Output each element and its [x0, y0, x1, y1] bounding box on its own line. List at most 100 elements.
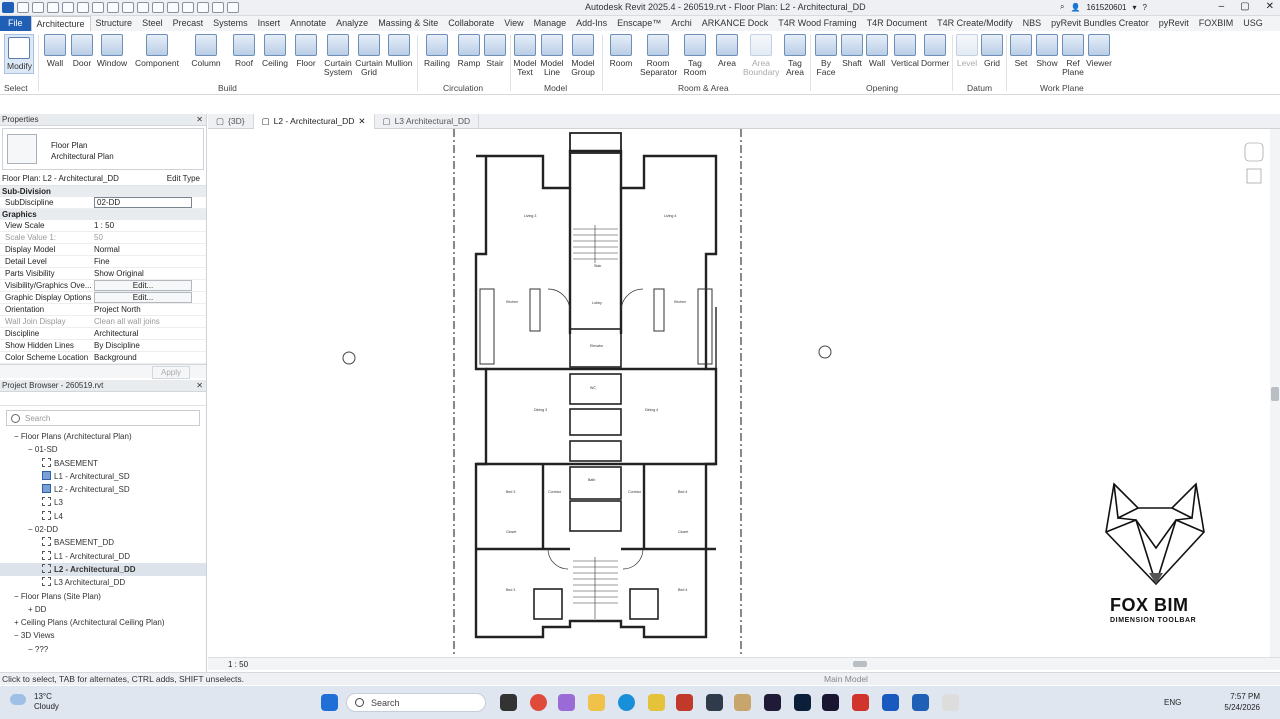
property-value[interactable]: 02-DD [94, 197, 192, 208]
tab-precast[interactable]: Precast [168, 16, 209, 31]
column-tool[interactable]: Column [190, 34, 222, 68]
wall-tool[interactable]: Wall [42, 34, 68, 68]
show-tool[interactable]: Show [1035, 34, 1059, 68]
property-row[interactable]: Graphic Display Options Edit... [0, 292, 206, 304]
tab-view[interactable]: View [499, 16, 528, 31]
browser-item[interactable]: L3 [0, 496, 206, 509]
property-row[interactable]: Detail Level Fine [0, 256, 206, 268]
close-icon[interactable]: ✕ [1266, 1, 1274, 12]
tab-archi[interactable]: Archi [666, 16, 697, 31]
window-tool[interactable]: Window [96, 34, 128, 68]
section-icon[interactable] [182, 2, 194, 13]
browser-item[interactable]: + Ceiling Plans (Architectural Ceiling P… [0, 616, 206, 629]
edit-button[interactable]: Edit... [94, 292, 192, 303]
app2-icon[interactable] [706, 694, 723, 711]
tab-add-ins[interactable]: Add-Ins [571, 16, 612, 31]
property-value[interactable]: Fine [92, 256, 206, 267]
by-face-tool[interactable]: By Face [814, 34, 838, 77]
property-value[interactable]: Architectural [92, 328, 206, 339]
ramp-tool[interactable]: Ramp [456, 34, 482, 68]
app4-icon[interactable] [942, 694, 959, 711]
property-row[interactable]: Wall Join Display Clean all wall joins [0, 316, 206, 328]
dimension-icon[interactable] [137, 2, 149, 13]
model-text-tool[interactable]: Model Text [512, 34, 538, 77]
close-hidden-icon[interactable] [212, 2, 224, 13]
room-tool[interactable]: Room [608, 34, 634, 68]
language-indicator[interactable]: ENG [1164, 698, 1181, 707]
tag-area-tool[interactable]: Tag Area [783, 34, 807, 77]
tab-architecture[interactable]: Architecture [30, 16, 91, 31]
property-row[interactable]: Orientation Project North [0, 304, 206, 316]
tab-annotate[interactable]: Annotate [285, 16, 331, 31]
area-tool[interactable]: Area [715, 34, 739, 68]
floor-tool[interactable]: Floor [293, 34, 319, 68]
collapse-icon[interactable]: − [14, 631, 21, 640]
property-row[interactable]: View Scale 1 : 50 [0, 220, 206, 232]
tab-t4r-document[interactable]: T4R Document [862, 16, 933, 31]
browser-item[interactable]: − Floor Plans (Site Plan) [0, 590, 206, 603]
tab-steel[interactable]: Steel [137, 16, 168, 31]
task-view-icon[interactable] [500, 694, 517, 711]
browser-item[interactable]: L2 - Architectural_SD [0, 483, 206, 496]
railing-tool[interactable]: Railing [423, 34, 451, 68]
home-icon[interactable] [17, 2, 29, 13]
set-tool[interactable]: Set [1010, 34, 1032, 68]
property-row[interactable]: Color Scheme Location Background [0, 352, 206, 364]
curtain-system-tool[interactable]: Curtain System [323, 34, 353, 77]
media-encoder-icon[interactable] [822, 694, 839, 711]
sync-icon[interactable] [62, 2, 74, 13]
roof-tool[interactable]: Roof [232, 34, 256, 68]
expand-icon[interactable]: + [14, 618, 21, 627]
copilot-icon[interactable] [558, 694, 575, 711]
tab-insert[interactable]: Insert [253, 16, 286, 31]
edge-icon[interactable] [618, 694, 635, 711]
edit-button[interactable]: Edit... [94, 280, 192, 291]
pdf-icon[interactable] [852, 694, 869, 711]
browser-item[interactable]: − 3D Views [0, 629, 206, 642]
user-icon[interactable]: 👤 [1070, 3, 1080, 12]
collapse-icon[interactable]: − [14, 432, 21, 441]
undo-icon[interactable] [77, 2, 89, 13]
view-tab[interactable]: ▢ L2 - Architectural_DD ✕ [253, 114, 375, 129]
photoshop-icon[interactable] [794, 694, 811, 711]
switch-windows-icon[interactable] [227, 2, 239, 13]
close-icon[interactable]: ✕ [196, 380, 203, 392]
property-value[interactable]: Normal [92, 244, 206, 255]
vertical-scrollbar[interactable] [1270, 129, 1280, 657]
browser-item[interactable]: − Floor Plans (Architectural Plan) [0, 430, 206, 443]
tag-room-tool[interactable]: Tag Room [681, 34, 709, 77]
user-id[interactable]: 161520601 [1086, 3, 1126, 12]
tab-arkance-dock[interactable]: ARKANCE Dock [697, 16, 774, 31]
browser-item[interactable]: L4 [0, 510, 206, 523]
property-value[interactable]: 50 [92, 232, 206, 243]
tab-manage[interactable]: Manage [529, 16, 572, 31]
tab-file[interactable]: File [0, 16, 31, 31]
instance-selector[interactable]: Floor Plan: L2 - Architectural_DD Edit Ty… [0, 172, 206, 186]
property-value[interactable]: Clean all wall joins [92, 316, 206, 327]
taskbar-search[interactable]: Search [346, 693, 486, 712]
shaft-tool[interactable]: Shaft [840, 34, 864, 68]
measure-icon[interactable] [122, 2, 134, 13]
app-icon[interactable] [648, 694, 665, 711]
tab-pyrevit-bundles-creator[interactable]: pyRevit Bundles Creator [1046, 16, 1154, 31]
scroll-thumb[interactable] [1271, 387, 1279, 401]
browser-item[interactable]: − ??? [0, 643, 206, 656]
collapse-icon[interactable]: − [28, 645, 35, 654]
component-tool[interactable]: Component [134, 34, 180, 68]
browser-item[interactable]: L1 - Architectural_DD [0, 550, 206, 563]
model-line-tool[interactable]: Model Line [539, 34, 565, 77]
browser-item[interactable]: L3 Architectural_DD [0, 576, 206, 589]
collapse-icon[interactable]: − [14, 592, 21, 601]
model-group-tool[interactable]: Model Group [569, 34, 597, 77]
view-scale[interactable]: 1 : 50 [228, 660, 248, 669]
chrome-icon[interactable] [530, 694, 547, 711]
save-icon[interactable] [47, 2, 59, 13]
collapse-icon[interactable]: − [28, 525, 35, 534]
file-explorer-icon[interactable] [588, 694, 605, 711]
vertical-tool[interactable]: Vertical [891, 34, 919, 68]
browser-item[interactable]: − 02-DD [0, 523, 206, 536]
select-dropdown[interactable]: Select [4, 83, 28, 93]
edit-type-button[interactable]: Edit Type [167, 172, 200, 186]
property-row[interactable]: SubDiscipline 02-DD [0, 197, 206, 209]
3d-view-icon[interactable] [167, 2, 179, 13]
